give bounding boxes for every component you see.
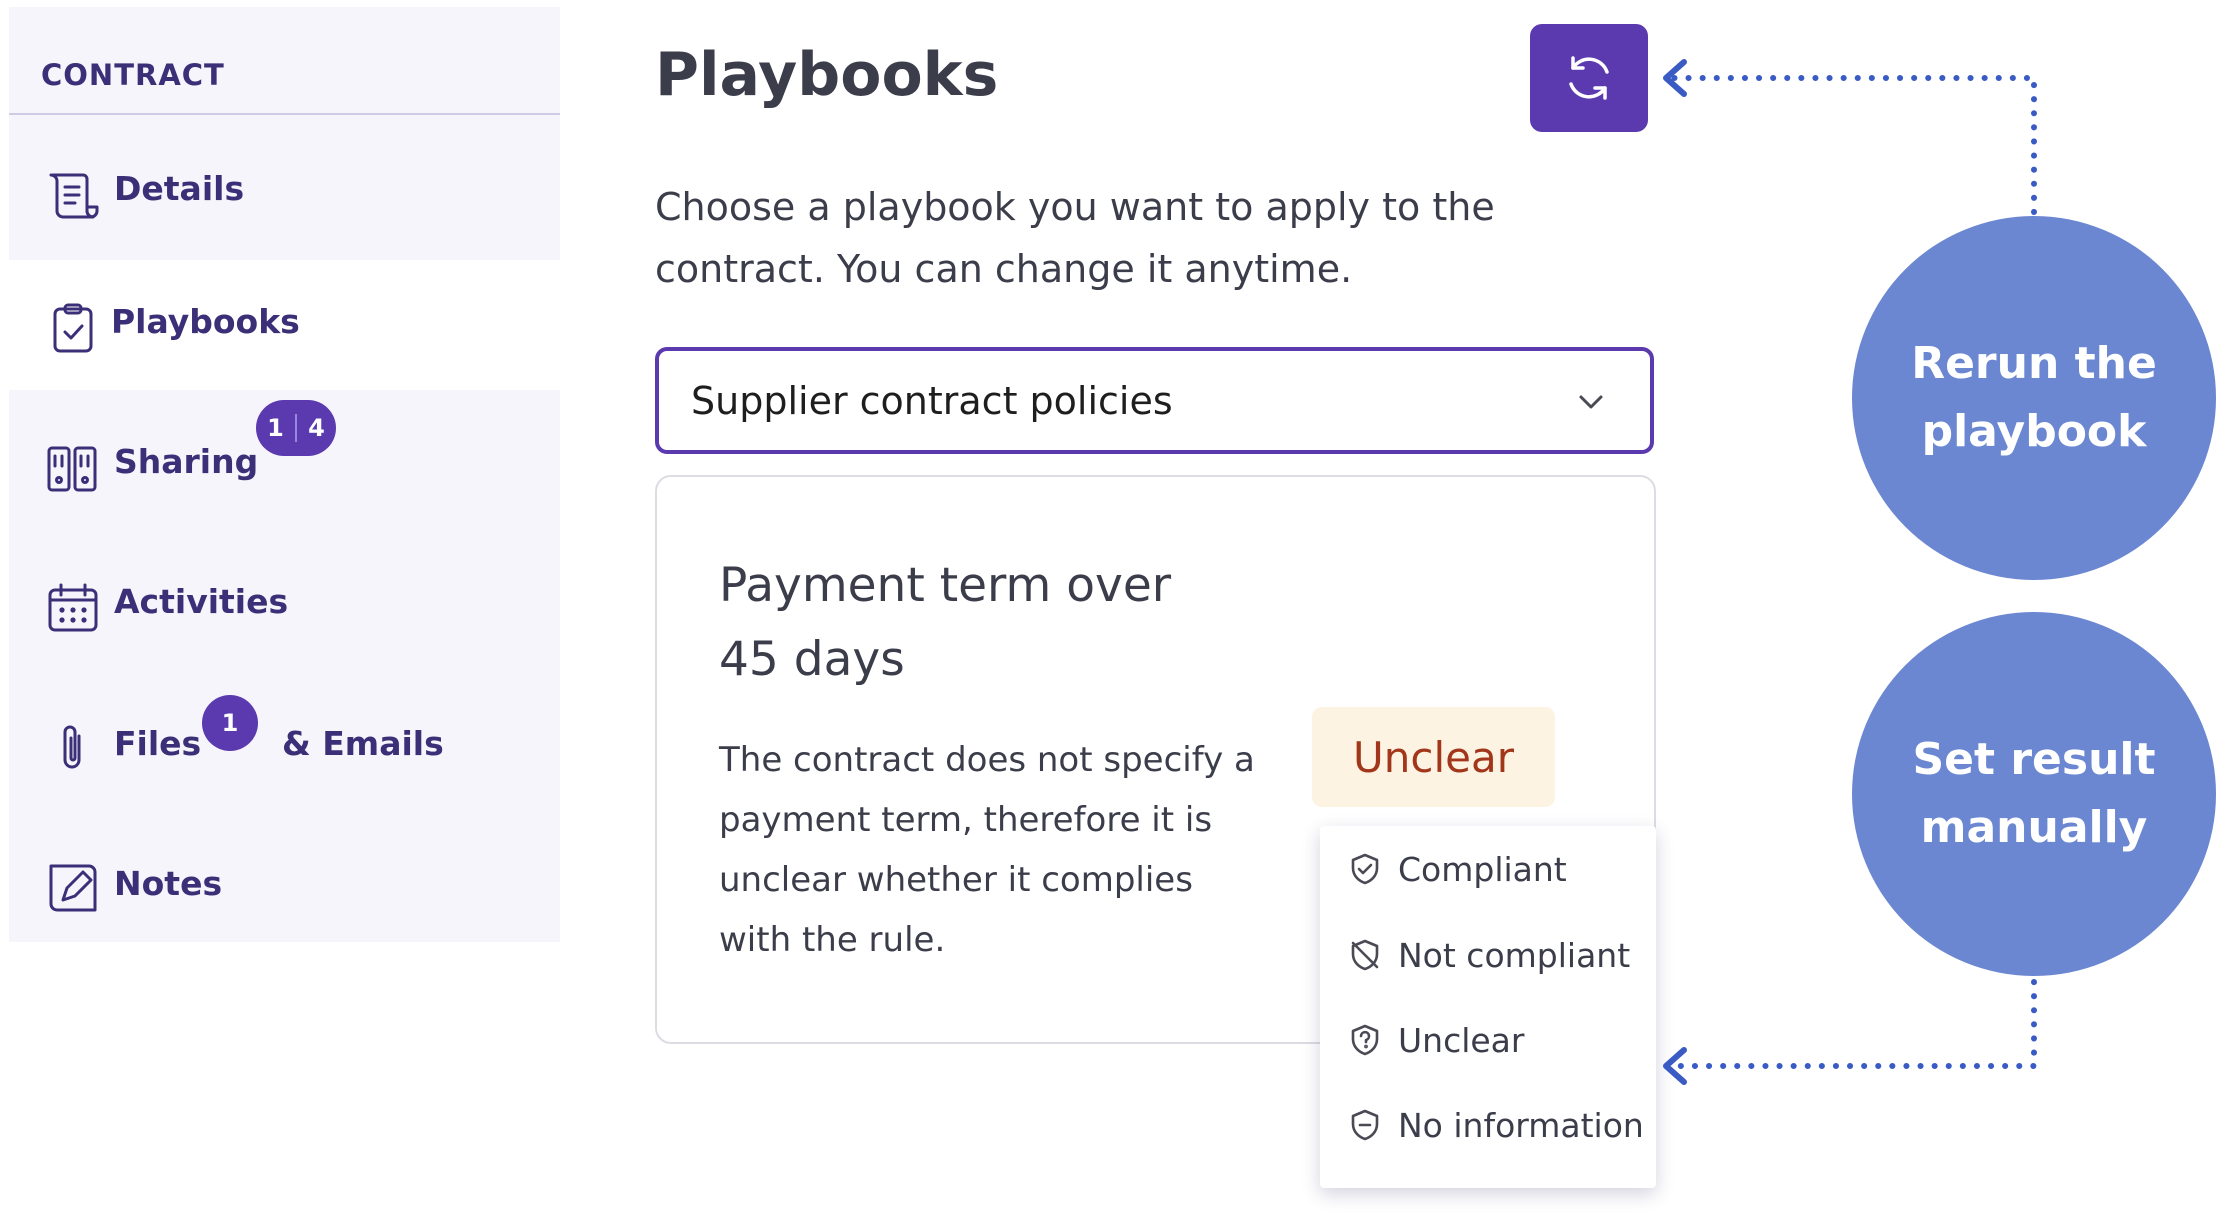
sidebar-item-label: Activities [114, 582, 289, 621]
result-dropdown-menu: Compliant Not compliant Unclear No infor… [1320, 826, 1656, 1188]
sidebar-item-playbooks[interactable]: Playbooks [9, 260, 560, 390]
option-compliant[interactable]: Compliant [1320, 826, 1656, 912]
badge-count: 4 [308, 414, 325, 442]
sidebar-item-label-suffix: & Emails [282, 724, 444, 763]
option-label: Not compliant [1398, 936, 1631, 975]
sidebar-item-label: Files [114, 724, 202, 763]
annotation-text: Rerun the playbook [1911, 338, 2157, 457]
rule-explanation: The contract does not specify a payment … [719, 740, 1255, 960]
sidebar-header-label: CONTRACT [41, 58, 225, 92]
shield-question-icon [1351, 1024, 1379, 1056]
sidebar-item-sharing[interactable]: Sharing 1 4 [9, 400, 560, 530]
option-label: Compliant [1398, 850, 1567, 889]
sidebar-item-label: Sharing [114, 442, 259, 481]
sidebar-item-label: Notes [114, 864, 223, 903]
refresh-icon [1569, 56, 1609, 100]
sidebar-header: CONTRACT [9, 7, 560, 115]
sidebar-item-notes[interactable]: Notes [9, 820, 560, 940]
badge-count: 1 [256, 414, 297, 442]
option-no-information[interactable]: No information [1320, 1082, 1656, 1168]
sidebar-item-label: Details [114, 169, 245, 208]
page-title: Playbooks [655, 40, 999, 110]
rule-title: Payment term over 45 days [719, 558, 1172, 687]
sidebar-item-label: Playbooks [111, 302, 300, 341]
shield-off-icon [1351, 939, 1379, 971]
files-count-badge: 1 [202, 695, 258, 751]
option-label: No information [1398, 1106, 1644, 1145]
clipboard-check-icon [45, 300, 101, 356]
binders-icon [45, 440, 101, 496]
rerun-playbook-button[interactable] [1530, 24, 1648, 132]
sidebar-item-details[interactable]: Details [9, 127, 560, 247]
annotation-text: Set result manually [1912, 734, 2156, 853]
option-unclear[interactable]: Unclear [1320, 997, 1656, 1083]
sidebar-item-files-emails[interactable]: Files 1 & Emails [9, 680, 560, 810]
scroll-document-icon [45, 167, 101, 223]
playbook-select[interactable]: Supplier contract policies [655, 347, 1654, 454]
sidebar-item-activities[interactable]: Activities [9, 540, 560, 670]
playbook-description: Choose a playbook you want to apply to t… [655, 185, 1495, 291]
annotation-rerun-playbook: Rerun the playbook [1852, 216, 2216, 580]
option-not-compliant[interactable]: Not compliant [1320, 912, 1656, 998]
playbook-select-value: Supplier contract policies [691, 379, 1173, 423]
annotation-set-result: Set result manually [1852, 612, 2216, 976]
chevron-down-icon [1579, 395, 1603, 409]
status-badge[interactable]: Unclear [1312, 707, 1555, 807]
paperclip-icon [45, 720, 101, 776]
contract-sidebar: CONTRACT Details Playbooks Sharing 1 4 A… [9, 7, 560, 942]
sharing-count-badge: 1 4 [256, 400, 336, 456]
notepad-pencil-icon [45, 860, 101, 916]
shield-minus-icon [1351, 1109, 1379, 1141]
option-label: Unclear [1398, 1021, 1525, 1060]
shield-check-icon [1351, 853, 1379, 885]
calendar-icon [45, 580, 101, 636]
